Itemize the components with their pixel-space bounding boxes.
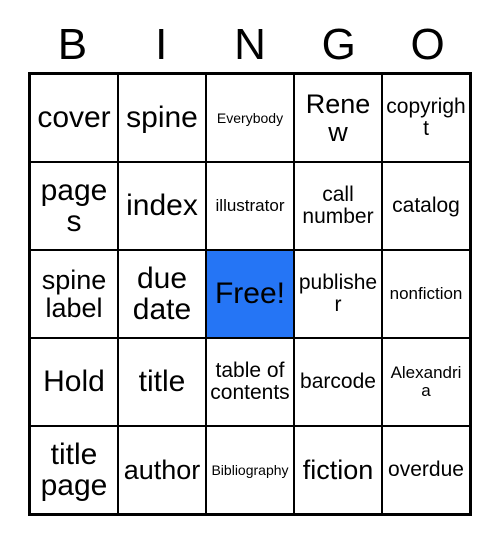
- bingo-cell[interactable]: table of contents: [207, 339, 293, 425]
- bingo-cell-label: due date: [132, 261, 192, 326]
- bingo-cell[interactable]: due date: [119, 251, 205, 337]
- header-letter-g: G: [294, 18, 383, 72]
- bingo-cell[interactable]: illustrator: [207, 163, 293, 249]
- bingo-cell-label: pages: [40, 173, 108, 238]
- bingo-cell-label: Alexandria: [390, 363, 462, 400]
- bingo-cell[interactable]: call number: [295, 163, 381, 249]
- bingo-cell[interactable]: spine: [119, 75, 205, 161]
- bingo-cell[interactable]: cover: [31, 75, 117, 161]
- bingo-cell[interactable]: author: [119, 427, 205, 513]
- bingo-cell-label: spine label: [41, 264, 107, 323]
- header-letter-i-text: I: [155, 20, 168, 69]
- bingo-cell[interactable]: Bibliography: [207, 427, 293, 513]
- header-letter-n: N: [206, 18, 295, 72]
- bingo-cell-label: author: [123, 454, 201, 485]
- bingo-cell-label: Hold: [43, 365, 105, 399]
- bingo-cell-label: title: [138, 365, 186, 399]
- bingo-cell[interactable]: Everybody: [207, 75, 293, 161]
- bingo-cell-label: table of contents: [210, 359, 290, 404]
- bingo-cell-label: copyright: [386, 95, 466, 140]
- bingo-cell[interactable]: catalog: [383, 163, 469, 249]
- bingo-cell[interactable]: pages: [31, 163, 117, 249]
- bingo-cell-label: call number: [302, 183, 374, 228]
- bingo-cell-label: barcode: [300, 370, 376, 394]
- bingo-cell[interactable]: Renew: [295, 75, 381, 161]
- bingo-cell-label: Bibliography: [211, 461, 289, 478]
- bingo-cell-free[interactable]: Free!: [207, 251, 293, 337]
- header-letter-g-text: G: [321, 20, 356, 69]
- bingo-cell[interactable]: nonfiction: [383, 251, 469, 337]
- bingo-cell-label: illustrator: [215, 196, 285, 216]
- bingo-card: B I N G O cover spine Everybody Renew copyri…: [0, 0, 501, 544]
- bingo-cell[interactable]: fiction: [295, 427, 381, 513]
- bingo-cell-label: overdue: [388, 458, 464, 482]
- bingo-cell[interactable]: title page: [31, 427, 117, 513]
- bingo-cell-label: nonfiction: [389, 284, 463, 304]
- bingo-cell[interactable]: spine label: [31, 251, 117, 337]
- bingo-cell-label: title page: [40, 437, 108, 502]
- header-letter-i: I: [117, 18, 206, 72]
- header-letter-b-text: B: [57, 20, 88, 69]
- bingo-cell-label: publisher: [298, 271, 378, 316]
- bingo-cell-label: Everybody: [216, 109, 284, 126]
- bingo-cell[interactable]: Hold: [31, 339, 117, 425]
- header-letter-n-text: N: [234, 20, 266, 69]
- bingo-cell[interactable]: Alexandria: [383, 339, 469, 425]
- bingo-cell[interactable]: publisher: [295, 251, 381, 337]
- bingo-cell-label: fiction: [302, 454, 374, 485]
- bingo-header: B I N G O: [28, 18, 472, 72]
- header-letter-o-text: O: [410, 20, 445, 69]
- bingo-cell-label: index: [126, 189, 198, 223]
- bingo-cell-label: cover: [37, 101, 111, 135]
- bingo-cell[interactable]: index: [119, 163, 205, 249]
- bingo-grid: cover spine Everybody Renew copyright pages in…: [28, 72, 472, 516]
- bingo-cell[interactable]: copyright: [383, 75, 469, 161]
- bingo-cell-label: Free!: [214, 277, 286, 311]
- bingo-cell[interactable]: overdue: [383, 427, 469, 513]
- header-letter-o: O: [383, 18, 472, 72]
- bingo-cell[interactable]: barcode: [295, 339, 381, 425]
- bingo-cell[interactable]: title: [119, 339, 205, 425]
- bingo-cell-label: spine: [126, 101, 198, 135]
- bingo-cell-label: catalog: [392, 194, 460, 218]
- bingo-cell-label: Renew: [305, 88, 371, 147]
- header-letter-b: B: [28, 18, 117, 72]
